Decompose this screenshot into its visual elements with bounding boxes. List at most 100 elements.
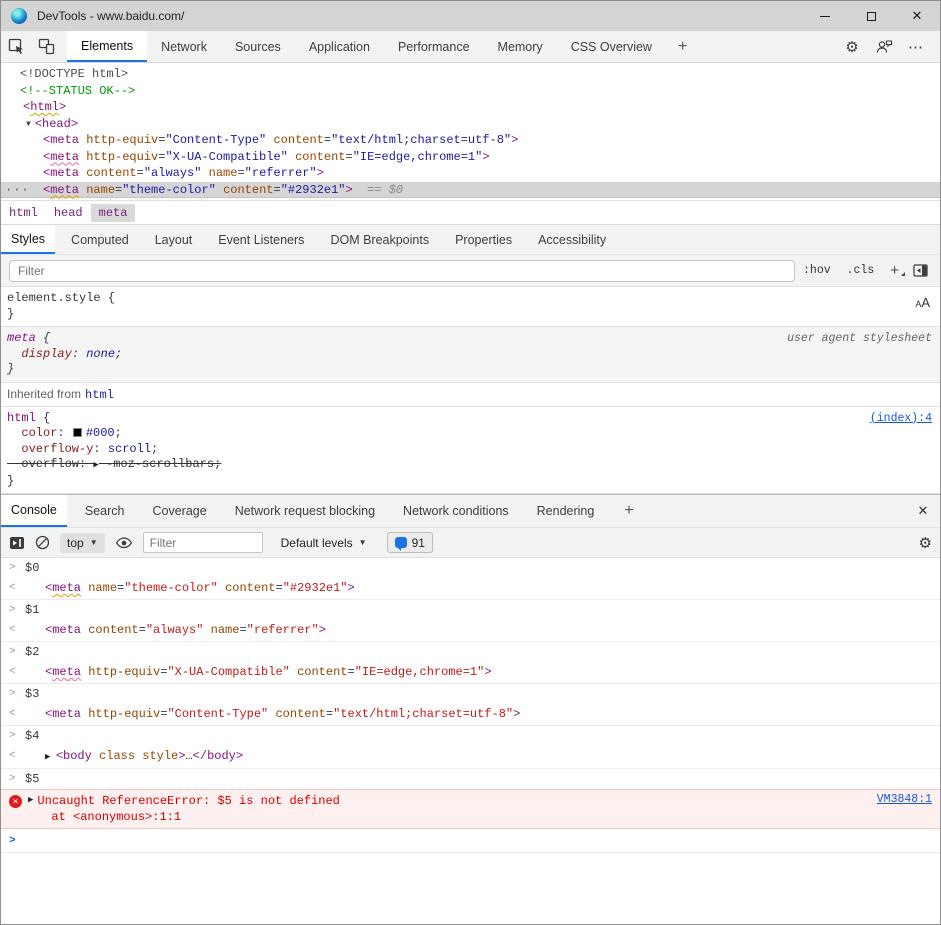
close-button[interactable]: ✕ [894, 1, 940, 31]
console-filter-input[interactable] [143, 532, 263, 553]
console-input-row[interactable]: >$1 [1, 600, 940, 620]
tab-sources[interactable]: Sources [221, 31, 295, 62]
elements-tree-row[interactable]: <html> [1, 99, 940, 116]
new-style-rule-button[interactable]: + [882, 262, 907, 279]
code-token: ; [115, 426, 122, 440]
issues-counter-button[interactable]: 91 [387, 532, 433, 553]
console-sidebar-toggle-button[interactable] [9, 536, 25, 550]
code-token: > [346, 183, 353, 197]
dock-panel-icon [913, 264, 928, 277]
toggle-class-button[interactable]: .cls [839, 264, 883, 277]
tab-styles[interactable]: Styles [1, 225, 55, 254]
tab-accessibility[interactable]: Accessibility [528, 225, 616, 254]
console-output-row[interactable]: <▶ <body class style>…</body> [1, 746, 940, 769]
code-token: = [345, 150, 352, 164]
breadcrumb-head[interactable]: head [46, 204, 91, 222]
style-rule-section: (index):4html { color: #000; overflow-y:… [1, 407, 940, 495]
elements-tree-row[interactable]: <!DOCTYPE html> [1, 66, 940, 83]
tab-memory[interactable]: Memory [484, 31, 557, 62]
styles-filter-row: :hov .cls + [1, 255, 940, 287]
code-token: element.style [7, 291, 101, 305]
console-input-chevron-icon: > [9, 769, 16, 789]
inherited-from-bar: Inherited fromhtml [1, 383, 940, 407]
tab-search[interactable]: Search [75, 495, 135, 527]
log-levels-select[interactable]: Default levels ▼ [281, 536, 367, 550]
code-token: == $0 [353, 183, 403, 197]
overflow-dots[interactable]: ··· [5, 182, 30, 199]
console-input-row[interactable]: >$4 [1, 726, 940, 746]
tab-dom-breakpoints[interactable]: DOM Breakpoints [320, 225, 439, 254]
elements-tree-row[interactable]: <meta http-equiv="Content-Type" content=… [1, 132, 940, 149]
code-token [218, 581, 225, 595]
console-output-row[interactable]: <<meta content="always" name="referrer"> [1, 620, 940, 642]
expand-stack-icon[interactable]: ▶ [28, 795, 33, 805]
code-token: <!--STATUS OK--> [20, 84, 135, 98]
maximize-button[interactable] [848, 1, 894, 31]
more-options-button[interactable]: ⋯ [900, 38, 932, 56]
more-drawer-tabs-button[interactable]: + [612, 495, 645, 527]
tab-computed[interactable]: Computed [61, 225, 139, 254]
more-tabs-button[interactable]: + [666, 31, 699, 62]
code-token: name [211, 623, 240, 637]
console-output-row[interactable]: <<meta http-equiv="Content-Type" content… [1, 704, 940, 726]
console-output-chevron-icon: < [9, 746, 16, 767]
stylesheet-source-link[interactable]: (index):4 [870, 412, 932, 425]
elements-tree-row[interactable]: <!--STATUS OK--> [1, 83, 940, 100]
console-input-row[interactable]: >$2 [1, 642, 940, 662]
computed-sidebar-toggle-button[interactable] [913, 264, 928, 277]
tab-performance[interactable]: Performance [384, 31, 484, 62]
code-token: } [7, 307, 14, 321]
minimize-button[interactable] [802, 1, 848, 31]
close-drawer-button[interactable]: ✕ [906, 495, 940, 527]
font-size-icon[interactable]: AA [915, 295, 930, 310]
code-token: = [326, 707, 333, 721]
console-output-row[interactable]: <<meta http-equiv="X-UA-Compatible" cont… [1, 662, 940, 684]
console-settings-button[interactable]: ⚙ [919, 534, 932, 552]
elements-tree-row[interactable]: <meta content="always" name="referrer"> [1, 165, 940, 182]
tab-event-listeners[interactable]: Event Listeners [208, 225, 314, 254]
code-token: -moz-scrollbars; [99, 457, 221, 471]
expand-arrow-icon[interactable]: ▼ [26, 120, 31, 129]
code-token: "theme-color" [124, 581, 218, 595]
tab-network[interactable]: Network [147, 31, 221, 62]
context-label: top [67, 536, 84, 550]
code-token: name [209, 166, 238, 180]
code-token: … [185, 749, 192, 763]
tab-application[interactable]: Application [295, 31, 384, 62]
color-swatch[interactable] [73, 428, 82, 437]
more-options-icon: ⋯ [908, 38, 924, 56]
tab-network-conditions[interactable]: Network conditions [393, 495, 519, 527]
console-input-row[interactable]: >$3 [1, 684, 940, 704]
inherited-element-link[interactable]: html [85, 388, 114, 402]
console-input-row[interactable]: >$5 [1, 769, 940, 789]
tab-properties[interactable]: Properties [445, 225, 522, 254]
breadcrumb-html[interactable]: html [1, 204, 46, 222]
elements-tree-row[interactable]: ▼<head> [1, 116, 940, 133]
tab-elements[interactable]: Elements [67, 31, 147, 62]
feedback-button[interactable] [868, 39, 900, 54]
tab-coverage[interactable]: Coverage [142, 495, 216, 527]
console-input-row[interactable]: >$0 [1, 558, 940, 578]
live-expression-button[interactable] [115, 536, 133, 549]
code-token: = [347, 665, 354, 679]
code-token: = [137, 166, 144, 180]
breadcrumb-meta[interactable]: meta [91, 204, 136, 222]
inspect-element-button[interactable] [1, 31, 31, 62]
tab-console[interactable]: Console [1, 495, 67, 527]
console-prompt[interactable]: > [1, 829, 940, 853]
tab-css-overview[interactable]: CSS Overview [557, 31, 666, 62]
settings-button[interactable]: ⚙ [836, 38, 868, 56]
console-output-row[interactable]: <<meta name="theme-color" content="#2932… [1, 578, 940, 600]
elements-tree-row[interactable]: ···<meta name="theme-color" content="#29… [1, 182, 940, 199]
device-toolbar-button[interactable] [31, 31, 61, 62]
styles-filter-input[interactable] [9, 260, 795, 282]
error-source-link[interactable]: VM3848:1 [877, 793, 932, 806]
toggle-hover-state-button[interactable]: :hov [795, 264, 839, 277]
tab-network-request-blocking[interactable]: Network request blocking [225, 495, 385, 527]
javascript-context-select[interactable]: top ▼ [60, 533, 105, 553]
clear-console-button[interactable] [35, 535, 50, 550]
tab-rendering[interactable]: Rendering [527, 495, 605, 527]
tab-layout[interactable]: Layout [145, 225, 203, 254]
console-error-row[interactable]: ✕▶Uncaught ReferenceError: $5 is not def… [1, 789, 940, 829]
elements-tree-row[interactable]: <meta http-equiv="X-UA-Compatible" conte… [1, 149, 940, 166]
